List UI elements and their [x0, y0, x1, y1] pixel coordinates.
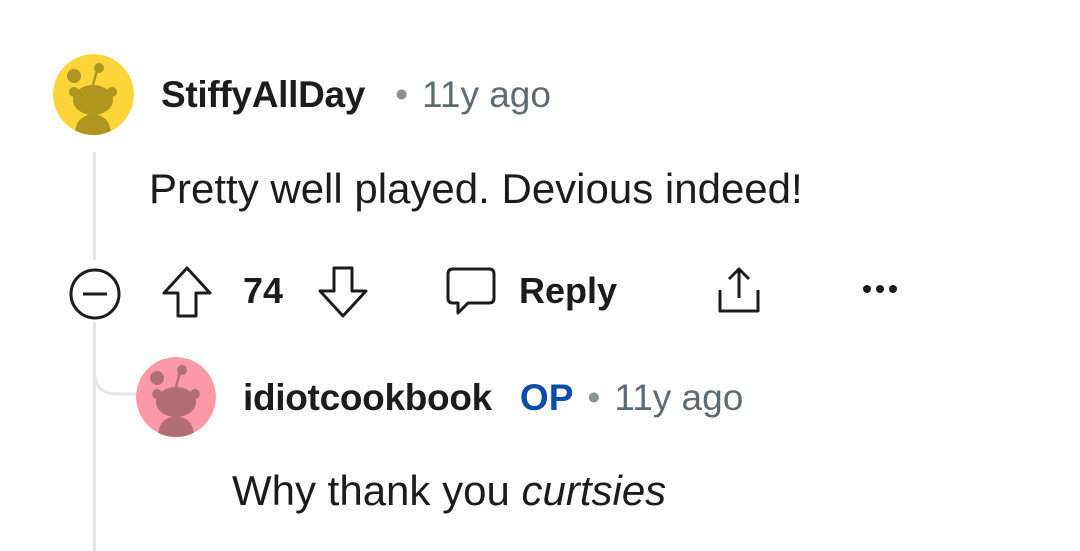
share-icon	[718, 267, 760, 313]
collapse-icon	[69, 268, 121, 320]
op-badge: OP	[519, 377, 574, 418]
reply-meta: idiotcookbook OP • 11y ago	[243, 377, 743, 419]
more-icon	[863, 285, 897, 293]
reply-timestamp: 11y ago	[614, 377, 744, 418]
share-button[interactable]	[712, 264, 766, 318]
timestamp: 11y ago	[422, 74, 551, 115]
collapse-button[interactable]	[68, 267, 122, 321]
separator-dot: •	[395, 74, 409, 115]
score: 74	[243, 270, 284, 311]
reply-label: Reply	[519, 270, 618, 311]
comment-meta: StiffyAllDay • 11y ago	[161, 74, 551, 116]
username[interactable]: StiffyAllDay	[161, 74, 365, 116]
reply-body-text: Why thank you	[232, 467, 522, 514]
reply-avatar[interactable]	[136, 357, 216, 437]
thread-line-top	[93, 152, 96, 260]
reply-body: Why thank you curtsies	[232, 467, 666, 515]
downvote-icon	[318, 266, 368, 318]
avatar[interactable]	[53, 54, 134, 135]
more-options-button[interactable]	[861, 279, 899, 299]
downvote-button[interactable]	[316, 264, 370, 320]
upvote-icon	[162, 266, 212, 318]
vote-score: 74	[243, 270, 283, 312]
separator-dot: •	[587, 377, 601, 418]
reply-button[interactable]: Reply	[444, 264, 617, 318]
reply-username[interactable]: idiotcookbook	[243, 377, 492, 419]
upvote-button[interactable]	[160, 264, 214, 320]
comment-action-bar: 74 Reply	[0, 262, 1080, 321]
reply-icon	[446, 267, 496, 315]
reply-body-emphasis: curtsies	[521, 467, 667, 514]
comment-body: Pretty well played. Devious indeed!	[149, 165, 803, 212]
